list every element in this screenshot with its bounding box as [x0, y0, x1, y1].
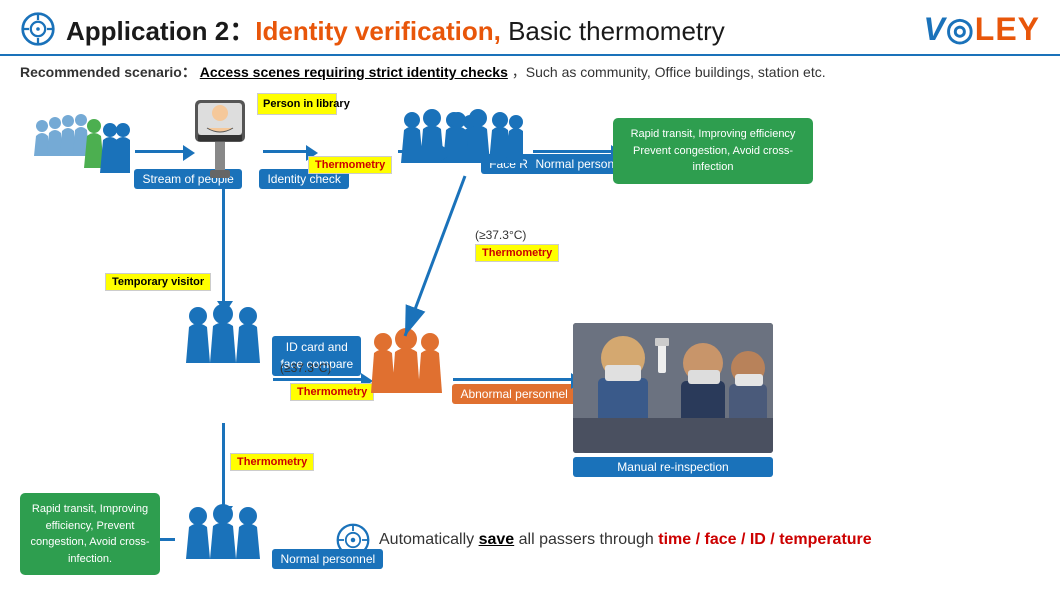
thermometry-tag-2-label: Thermometry: [290, 383, 374, 401]
app-icon: [20, 11, 56, 47]
green-box-bottom: Rapid transit, Improving efficiency, Pre…: [20, 493, 160, 575]
manual-inspection-label: Manual re-inspection: [573, 457, 773, 477]
identity-device-icon: [185, 98, 255, 183]
flow-diagram: Stream of people Person in library: [15, 88, 1045, 568]
arrow-identity-down: [222, 183, 225, 303]
temp-threshold-1: (≥37.3°C): [280, 361, 331, 375]
abnormal-personnel-label: Abnormal personnel: [452, 384, 575, 404]
temp-threshold-diag: (≥37.3°C) Thermometry: [475, 228, 559, 262]
temporary-visitor-tag: Temporary visitor: [105, 273, 211, 291]
thermometry-tag-1: Thermometry: [308, 156, 392, 174]
thermometry-diag-tag: Thermometry: [475, 244, 559, 262]
abnormal-personnel-group: Abnormal personnel: [363, 328, 576, 404]
page-header: Application 2：Identity verification, Bas…: [0, 0, 1060, 56]
auto-save-text: Automatically save all passers through t…: [379, 531, 872, 549]
id-card-group: ID card and face compare: [178, 303, 361, 376]
normal-personnel-top-group: Normal personnel: [443, 108, 638, 174]
thermometry-tag-3: Thermometry: [230, 453, 314, 471]
abnormal-people-icon: [363, 328, 448, 398]
target-icon: [335, 522, 371, 558]
page-title: Application 2：Identity verification, Bas…: [66, 11, 725, 48]
main-content: Stream of people Person in library: [0, 88, 1060, 568]
arrow-normal-to-green: [533, 150, 613, 153]
brand-logo: V◎LEY: [924, 10, 1041, 48]
arrow-abnormal-to-manual: [453, 378, 573, 381]
manual-inspection-group: Manual re-inspection: [573, 323, 773, 477]
arrow-face-to-normal: [398, 150, 443, 153]
green-box-top: Rapid transit, Improving efficiency Prev…: [613, 118, 813, 184]
stream-people-icon: [30, 108, 130, 183]
normal-people-top-icon: [443, 108, 523, 168]
id-card-people-icon: [178, 303, 268, 368]
recommended-scenario: Recommended scenario： Access scenes requ…: [0, 56, 1060, 88]
arrow-identity-to-face: [263, 150, 308, 153]
arrow-id-card-down: [222, 423, 225, 508]
header-left: Application 2：Identity verification, Bas…: [20, 11, 725, 48]
normal-people-bottom-icon: [178, 503, 268, 563]
manual-inspection-photo: [573, 323, 773, 453]
arrow-id-to-abnormal: [273, 378, 363, 381]
auto-save-section: Automatically save all passers through t…: [335, 522, 872, 558]
arrow-stream-to-identity: [135, 150, 185, 153]
